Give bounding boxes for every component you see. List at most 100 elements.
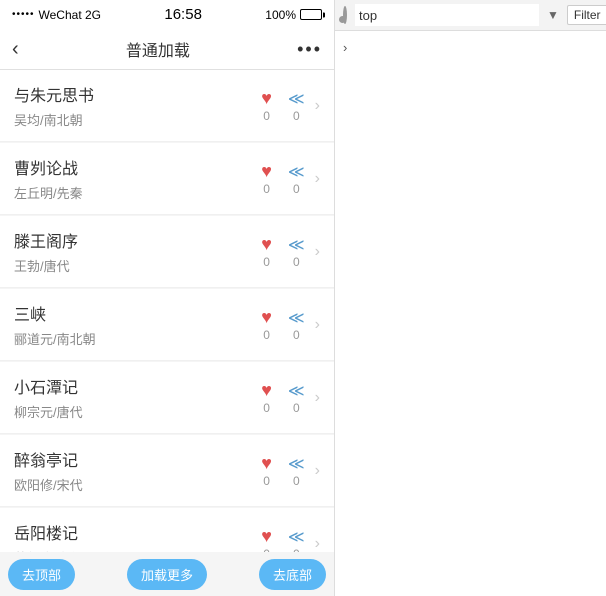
- item-title-6: 岳阳楼记: [14, 520, 261, 544]
- item-subtitle-2: 王勃/唐代: [14, 256, 261, 275]
- devtools-content: ›: [335, 31, 606, 596]
- content-list: 与朱元思书 吴均/南北朝 ♥ 0 ≪ 0 › 曹刿论战 左丘明/先秦 ♥ 0 ≪: [0, 70, 334, 552]
- share-group-2: ≪ 0: [288, 235, 305, 269]
- carrier-label: WeChat 2G: [39, 8, 101, 22]
- heart-group-1: ♥ 0: [261, 161, 272, 196]
- goto-bottom-button[interactable]: 去底部: [259, 559, 326, 590]
- share-group-5: ≪ 0: [288, 454, 305, 488]
- heart-icon-6[interactable]: ♥: [261, 526, 272, 547]
- share-count-0: 0: [293, 109, 300, 123]
- status-left: ••••• WeChat 2G: [12, 8, 101, 22]
- heart-group-0: ♥ 0: [261, 88, 272, 123]
- item-subtitle-1: 左丘明/先秦: [14, 183, 261, 202]
- no-entry-icon: [343, 6, 347, 24]
- heart-icon-2[interactable]: ♥: [261, 234, 272, 255]
- heart-count-3: 0: [263, 328, 270, 342]
- list-item-4[interactable]: 小石潭记 柳宗元/唐代 ♥ 0 ≪ 0 ›: [0, 362, 334, 434]
- share-count-2: 0: [293, 255, 300, 269]
- share-icon-3[interactable]: ≪: [288, 308, 305, 328]
- nav-bar: ‹ 普通加载 •••: [0, 29, 334, 70]
- item-title-3: 三峡: [14, 301, 261, 325]
- load-more-button[interactable]: 加载更多: [127, 559, 207, 590]
- heart-icon-5[interactable]: ♥: [261, 453, 272, 474]
- share-count-5: 0: [293, 474, 300, 488]
- heart-count-1: 0: [263, 182, 270, 196]
- item-icons-6: ♥ 0 ≪ 0: [261, 526, 304, 552]
- list-item-1[interactable]: 曹刿论战 左丘明/先秦 ♥ 0 ≪ 0 ›: [0, 143, 334, 215]
- chevron-right-5: ›: [315, 462, 320, 480]
- heart-group-3: ♥ 0: [261, 307, 272, 342]
- item-info-3: 三峡 郦道元/南北朝: [14, 301, 261, 348]
- bottom-bar: 去顶部 加载更多 去底部: [0, 552, 334, 596]
- list-item-6[interactable]: 岳阳楼记 范仲淹/宋代 ♥ 0 ≪ 0 ›: [0, 508, 334, 552]
- mobile-panel: ••••• WeChat 2G 16:58 100% ‹ 普通加载 ••• 与朱…: [0, 0, 335, 596]
- heart-group-4: ♥ 0: [261, 380, 272, 415]
- chevron-right-0: ›: [315, 97, 320, 115]
- devtools-search-input[interactable]: [355, 4, 539, 26]
- signal-dots: •••••: [12, 9, 35, 20]
- item-info-2: 滕王阁序 王勃/唐代: [14, 228, 261, 275]
- share-icon-6[interactable]: ≪: [288, 527, 305, 547]
- heart-icon-3[interactable]: ♥: [261, 307, 272, 328]
- share-count-3: 0: [293, 328, 300, 342]
- item-title-0: 与朱元思书: [14, 82, 261, 106]
- item-info-0: 与朱元思书 吴均/南北朝: [14, 82, 261, 129]
- item-info-4: 小石潭记 柳宗元/唐代: [14, 374, 261, 421]
- item-subtitle-3: 郦道元/南北朝: [14, 329, 261, 348]
- share-icon-5[interactable]: ≪: [288, 454, 305, 474]
- devtools-toolbar: ▼ Filter Def: [335, 0, 606, 31]
- back-button[interactable]: ‹: [12, 38, 19, 61]
- item-subtitle-0: 吴均/南北朝: [14, 110, 261, 129]
- share-count-4: 0: [293, 401, 300, 415]
- chevron-right-4: ›: [315, 389, 320, 407]
- item-title-2: 滕王阁序: [14, 228, 261, 252]
- item-icons-0: ♥ 0 ≪ 0: [261, 88, 304, 123]
- share-group-6: ≪ 0: [288, 527, 305, 553]
- item-subtitle-5: 欧阳修/宋代: [14, 475, 261, 494]
- heart-count-2: 0: [263, 255, 270, 269]
- status-bar: ••••• WeChat 2G 16:58 100%: [0, 0, 334, 29]
- item-icons-1: ♥ 0 ≪ 0: [261, 161, 304, 196]
- nav-title: 普通加载: [126, 37, 190, 61]
- devtools-panel: ▼ Filter Def ›: [335, 0, 606, 596]
- heart-icon-1[interactable]: ♥: [261, 161, 272, 182]
- list-item-2[interactable]: 滕王阁序 王勃/唐代 ♥ 0 ≪ 0 ›: [0, 216, 334, 288]
- battery-area: 100%: [265, 8, 322, 22]
- heart-count-4: 0: [263, 401, 270, 415]
- share-group-3: ≪ 0: [288, 308, 305, 342]
- heart-icon-4[interactable]: ♥: [261, 380, 272, 401]
- item-title-4: 小石潭记: [14, 374, 261, 398]
- expand-arrow[interactable]: ›: [343, 40, 347, 55]
- share-icon-0[interactable]: ≪: [288, 89, 305, 109]
- battery-icon: [300, 9, 322, 20]
- battery-pct: 100%: [265, 8, 296, 22]
- share-count-1: 0: [293, 182, 300, 196]
- share-icon-4[interactable]: ≪: [288, 381, 305, 401]
- share-icon-1[interactable]: ≪: [288, 162, 305, 182]
- share-group-0: ≪ 0: [288, 89, 305, 123]
- share-group-4: ≪ 0: [288, 381, 305, 415]
- heart-group-2: ♥ 0: [261, 234, 272, 269]
- list-item-3[interactable]: 三峡 郦道元/南北朝 ♥ 0 ≪ 0 ›: [0, 289, 334, 361]
- item-title-5: 醉翁亭记: [14, 447, 261, 471]
- item-title-1: 曹刿论战: [14, 155, 261, 179]
- share-group-1: ≪ 0: [288, 162, 305, 196]
- chevron-right-2: ›: [315, 243, 320, 261]
- goto-top-button[interactable]: 去顶部: [8, 559, 75, 590]
- share-icon-2[interactable]: ≪: [288, 235, 305, 255]
- item-info-5: 醉翁亭记 欧阳修/宋代: [14, 447, 261, 494]
- item-icons-3: ♥ 0 ≪ 0: [261, 307, 304, 342]
- devtools-dropdown[interactable]: ▼: [547, 8, 559, 22]
- heart-group-5: ♥ 0: [261, 453, 272, 488]
- more-button[interactable]: •••: [297, 39, 322, 60]
- chevron-right-3: ›: [315, 316, 320, 334]
- item-subtitle-4: 柳宗元/唐代: [14, 402, 261, 421]
- item-info-6: 岳阳楼记 范仲淹/宋代: [14, 520, 261, 552]
- item-icons-5: ♥ 0 ≪ 0: [261, 453, 304, 488]
- list-item-0[interactable]: 与朱元思书 吴均/南北朝 ♥ 0 ≪ 0 ›: [0, 70, 334, 142]
- heart-icon-0[interactable]: ♥: [261, 88, 272, 109]
- list-item-5[interactable]: 醉翁亭记 欧阳修/宋代 ♥ 0 ≪ 0 ›: [0, 435, 334, 507]
- item-icons-2: ♥ 0 ≪ 0: [261, 234, 304, 269]
- time-display: 16:58: [164, 6, 202, 23]
- filter-button[interactable]: Filter: [567, 5, 606, 25]
